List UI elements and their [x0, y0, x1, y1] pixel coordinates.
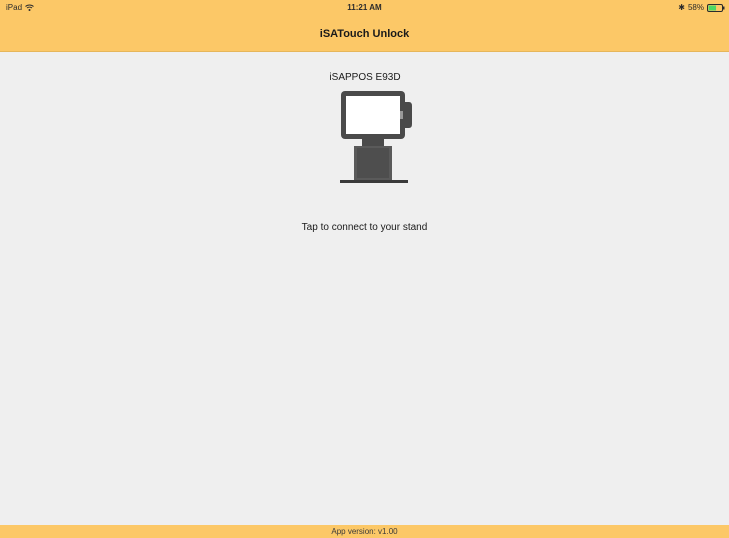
page-title: iSATouch Unlock: [319, 28, 410, 40]
status-time: 11:21 AM: [347, 3, 382, 12]
app-version: App version: v1.00: [331, 527, 398, 536]
status-right: ✱ 58%: [678, 3, 725, 12]
main-content: iSAPPOS E93D Tap to connect to your stan…: [0, 52, 729, 525]
bottom-bar: App version: v1.00: [0, 525, 729, 538]
connect-prompt[interactable]: Tap to connect to your stand: [0, 222, 729, 233]
battery-percent: 58%: [687, 3, 704, 12]
bluetooth-icon: ✱: [678, 3, 685, 12]
pos-stand-icon: [338, 88, 418, 191]
battery-icon: [707, 3, 725, 12]
stand-device-button[interactable]: iSAPPOS E93D: [290, 66, 440, 191]
top-bar: iPad 11:21 AM ✱ 58% iSATouch Unlock: [0, 0, 729, 52]
device-name: iSAPPOS E93D: [329, 72, 401, 83]
